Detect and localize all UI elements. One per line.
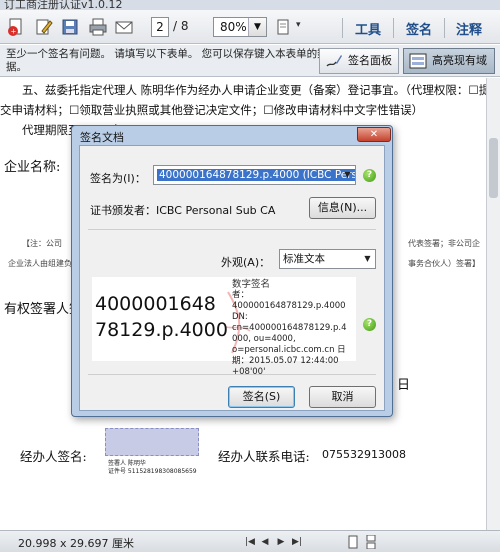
note-text: 代表签署；非公司企 — [408, 239, 480, 248]
next-page-icon[interactable]: ▶ — [274, 535, 288, 549]
date-day-label: 日 — [397, 378, 411, 393]
sign-as-label: 签名为(I)： — [90, 172, 146, 185]
chevron-down-icon: ▼ — [344, 170, 351, 179]
menu-tools[interactable]: 工具 — [355, 19, 381, 38]
note-text: 企业法人由组建负责 — [8, 259, 80, 268]
appearance-label: 外观(A)： — [221, 256, 271, 269]
save-icon[interactable] — [60, 17, 80, 37]
agent-signature-label: 经办人签名: — [20, 449, 87, 464]
toolbar-separator — [342, 18, 343, 38]
first-page-icon[interactable]: |◀ — [243, 535, 257, 549]
toolbar-separator — [444, 18, 445, 38]
page-size-readout: 20.998 x 29.697 厘米 — [18, 537, 134, 550]
title-bar: 订工商注册认证v1.0.12 — [0, 0, 500, 10]
signature-pen-icon — [326, 55, 342, 67]
signature-panel-button[interactable]: 签名面板 — [319, 48, 399, 74]
create-pdf-icon[interactable]: + — [6, 17, 26, 37]
single-page-view-icon[interactable] — [346, 535, 360, 549]
close-button[interactable]: ✕ — [357, 127, 391, 142]
certificate-issuer: 证书颁发者：ICBC Personal Sub CA — [90, 204, 276, 217]
sign-as-value: 400000164878129.p.4000 (ICBC Personal Su… — [157, 169, 355, 181]
divider — [88, 374, 376, 375]
edit-icon[interactable] — [34, 17, 54, 37]
preview-signer-name: 4000001648 78129.p.4000 — [95, 293, 228, 341]
menu-sign[interactable]: 签名 — [406, 19, 432, 38]
info-button[interactable]: 信息(N)... — [309, 197, 376, 219]
help-icon[interactable]: ? — [363, 318, 376, 331]
email-icon[interactable] — [114, 17, 134, 37]
help-icon[interactable]: ? — [363, 169, 376, 182]
signature-preview: 4000001648 78129.p.4000 数字签名 者：400000164… — [92, 277, 356, 377]
svg-text:+: + — [11, 28, 17, 36]
cancel-button[interactable]: 取消 — [309, 386, 376, 408]
menu-comment[interactable]: 注释 — [456, 19, 482, 38]
delegation-text-line: 交申请材料；☐领取营业执照或其他登记决定文件；☐修改申请材料中文字性错误） — [0, 103, 424, 117]
status-bar: 20.998 x 29.697 厘米 |◀ ◀ ▶ ▶| — [0, 530, 500, 552]
sign-document-dialog: 签名文档 ✕ 签名为(I)： 400000164878129.p.4000 (I… — [71, 125, 393, 417]
note-text: 事务合伙人）签署】 — [408, 259, 480, 268]
window-title: 订工商注册认证v1.0.12 — [4, 0, 123, 10]
notification-bar: 至少一个签名有问题。 请填写以下表单。 您可以保存键入本表单的数据。 签名面板 … — [0, 45, 500, 77]
page-number-input[interactable]: 2 — [151, 17, 169, 37]
close-icon: ✕ — [369, 129, 379, 140]
agent-phone-value: 075532913008 — [322, 448, 406, 461]
agent-phone-label: 经办人联系电话: — [218, 449, 310, 464]
sign-button[interactable]: 签名(S) — [228, 386, 295, 408]
print-icon[interactable] — [88, 17, 108, 37]
last-page-icon[interactable]: ▶| — [290, 535, 304, 549]
company-name-label: 企业名称: — [4, 160, 61, 175]
page-icon[interactable] — [273, 17, 293, 37]
previous-page-icon[interactable]: ◀ — [258, 535, 272, 549]
appearance-select[interactable]: 标准文本 ▼ — [279, 249, 376, 269]
signer-id-caption: 证件号 511528198308085659 — [108, 468, 197, 475]
notification-message: 至少一个签名有问题。 请填写以下表单。 您可以保存键入本表单的数据。 — [6, 48, 328, 73]
highlight-fields-button[interactable]: 高亮现有域 — [403, 48, 495, 74]
dialog-body: 签名为(I)： 400000164878129.p.4000 (ICBC Per… — [79, 145, 385, 411]
note-text: 【注：公司 — [22, 239, 62, 248]
highlight-fields-icon — [409, 53, 427, 69]
signature-field[interactable] — [105, 428, 199, 456]
vertical-scrollbar[interactable] — [486, 78, 500, 530]
dialog-title: 签名文档 — [80, 131, 124, 144]
divider — [88, 229, 376, 230]
scrollbar-thumb[interactable] — [489, 138, 498, 198]
delegation-text-line: 五、兹委托指定代理人 陈明华作为经办人申请企业变更（备案）登记事宜。（代理权限：… — [22, 83, 486, 97]
chevron-down-icon: ▼ — [364, 254, 371, 263]
toolbar: + 2 / 8 80% ▼ ▾ 工具 签名 注释 — [0, 10, 500, 44]
more-options-icon[interactable]: ▾ — [296, 20, 301, 30]
continuous-view-icon[interactable] — [364, 535, 378, 549]
preview-signature-details: 数字签名 者：400000164878129.p.4000 DN: cn=400… — [232, 279, 347, 377]
sign-as-select[interactable]: 400000164878129.p.4000 (ICBC Personal Su… — [153, 165, 356, 185]
chevron-down-icon[interactable]: ▼ — [248, 18, 266, 36]
appearance-value: 标准文本 — [283, 253, 325, 265]
toolbar-separator — [393, 18, 394, 38]
page-total: / 8 — [173, 19, 189, 33]
